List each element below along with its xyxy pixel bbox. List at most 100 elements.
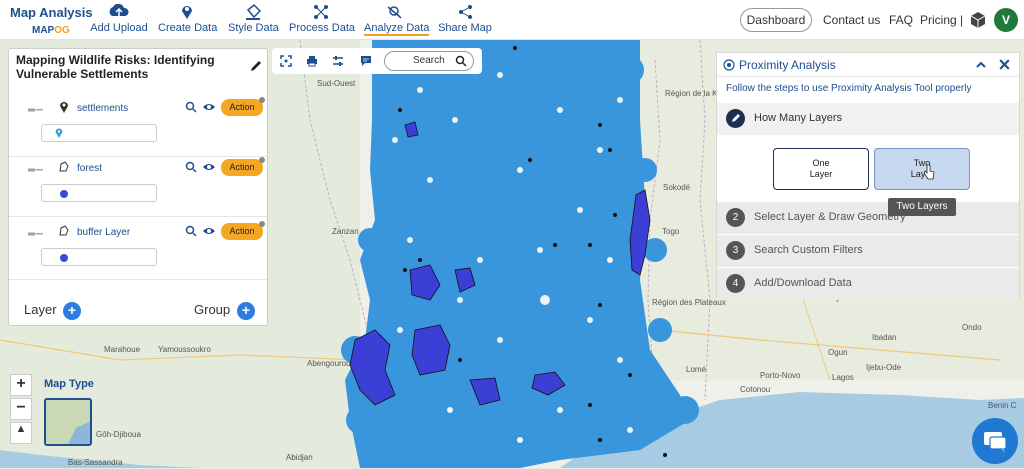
filter-sliders-icon[interactable] (332, 55, 344, 67)
nav-label: Create Data (158, 22, 218, 34)
visibility-eye-icon[interactable] (202, 225, 216, 237)
layer-action-button[interactable]: Action (221, 159, 263, 176)
svg-text:Sud-Ouest: Sud-Ouest (317, 79, 356, 88)
two-layer-option[interactable]: Two Layer (874, 148, 970, 190)
svg-text:Yamoussoukro: Yamoussoukro (158, 345, 211, 354)
map-type-label: Map Type (44, 378, 94, 390)
step-number: 3 (726, 241, 745, 260)
user-avatar[interactable]: V (994, 8, 1018, 32)
layer-style-swatch[interactable] (41, 184, 157, 202)
layer-action-button[interactable]: Action (221, 223, 263, 240)
step-label: Add/Download Data (754, 277, 852, 289)
visibility-eye-icon[interactable] (202, 161, 216, 173)
point-layer-icon (60, 102, 68, 113)
drag-handle-icon[interactable]: ═ ─ (28, 165, 43, 176)
layer-panel-footer: Layer + Group + (9, 279, 267, 325)
analyze-icon (387, 6, 402, 19)
nav-create-data[interactable]: Create Data (158, 4, 217, 34)
contact-us-link[interactable]: Contact us (823, 13, 880, 27)
search-input[interactable]: Search (384, 51, 474, 71)
app-logo[interactable]: Map Analysis MAPOG (10, 5, 93, 36)
svg-text:Zanzan: Zanzan (332, 227, 359, 236)
close-icon[interactable] (998, 58, 1011, 71)
edit-pencil-icon[interactable] (249, 59, 263, 73)
add-group-button[interactable]: + (237, 302, 255, 320)
panel-instructions: Follow the steps to use Proximity Analys… (726, 83, 972, 94)
step-add-download[interactable]: 4 Add/Download Data (717, 268, 1019, 300)
layer-panel: Mapping Wildlife Risks: Identifying Vuln… (8, 48, 268, 326)
svg-text:Lagos: Lagos (832, 373, 854, 382)
status-dot (259, 221, 265, 227)
cube-icon[interactable] (970, 11, 986, 29)
process-nodes-icon (314, 5, 328, 19)
drag-handle-icon[interactable]: ═ ─ (28, 229, 43, 240)
add-layer-button[interactable]: + (63, 302, 81, 320)
zoom-to-layer-icon[interactable] (185, 225, 197, 237)
nav-analyze-data[interactable]: Analyze Data (364, 4, 430, 36)
nav-style-data[interactable]: Style Data (228, 4, 279, 34)
layer-name[interactable]: buffer Layer (77, 227, 130, 238)
panel-title: Proximity Analysis (739, 58, 836, 72)
top-bar: Map Analysis MAPOG Add Upload Create Dat… (0, 0, 1024, 40)
app-title: Map Analysis (10, 5, 93, 20)
zoom-to-layer-icon[interactable] (185, 101, 197, 113)
nav-label: Style Data (228, 22, 279, 34)
option-text: One (812, 158, 830, 168)
step-number: 4 (726, 274, 745, 293)
layer-row-settlements[interactable]: ═ ─ settlements Action (9, 97, 267, 157)
drag-handle-icon[interactable]: ═ ─ (28, 105, 43, 116)
cloud-upload-icon (109, 4, 129, 16)
north-arrow-button[interactable]: ▲ (10, 422, 32, 444)
layer-style-swatch[interactable] (41, 248, 157, 266)
step-how-many-layers[interactable]: How Many Layers (717, 103, 1019, 135)
nav-add-upload[interactable]: Add Upload (90, 4, 148, 34)
svg-text:Gôh-Djiboua: Gôh-Djiboua (96, 430, 141, 439)
layer-name[interactable]: settlements (77, 103, 128, 114)
svg-text:Lomé: Lomé (686, 365, 707, 374)
svg-text:Marahoue: Marahoue (104, 345, 141, 354)
map-type-thumbnail[interactable] (44, 398, 92, 446)
app-subtitle: MAPOG (32, 25, 70, 36)
nav-label: Analyze Data (364, 22, 430, 34)
svg-text:Abidjan: Abidjan (286, 453, 313, 462)
nav-process-data[interactable]: Process Data (289, 4, 355, 34)
collapse-chevron-icon[interactable] (975, 59, 987, 71)
map-thumbnail-icon (46, 400, 90, 444)
layer-name[interactable]: forest (77, 163, 102, 174)
svg-text:Porto-Novo: Porto-Novo (760, 371, 801, 380)
pricing-link[interactable]: Pricing | (920, 13, 963, 27)
zoom-to-layer-icon[interactable] (185, 161, 197, 173)
fullscreen-icon[interactable] (280, 55, 292, 67)
dashboard-button[interactable]: Dashboard (740, 8, 812, 32)
chat-bubble-icon (984, 432, 1007, 453)
layer-action-button[interactable]: Action (221, 99, 263, 116)
option-text: Layer (809, 169, 833, 179)
one-layer-option[interactable]: One Layer (773, 148, 869, 190)
chat-support-button[interactable] (972, 418, 1018, 464)
print-icon[interactable] (306, 55, 318, 67)
svg-text:Ibadan: Ibadan (872, 333, 896, 342)
layer-row-forest[interactable]: ═ ─ forest Action (9, 157, 267, 217)
panel-header: Proximity Analysis (717, 53, 1019, 77)
pencil-icon (732, 114, 740, 122)
zoom-out-button[interactable]: − (10, 398, 32, 420)
add-group-label: Group (194, 302, 231, 317)
svg-text:Benin C: Benin C (988, 401, 1017, 410)
location-pin-icon (182, 6, 192, 19)
step-pencil-badge (726, 109, 745, 128)
comment-icon[interactable] (360, 55, 372, 67)
step-custom-filters[interactable]: 3 Search Custom Filters (717, 235, 1019, 267)
layer-row-buffer[interactable]: ═ ─ buffer Layer Action (9, 221, 267, 281)
faq-link[interactable]: FAQ (889, 13, 913, 27)
layer-style-swatch[interactable] (41, 124, 157, 142)
map-project-title: Mapping Wildlife Risks: Identifying Vuln… (16, 53, 215, 81)
tooltip: Two Layers (888, 198, 956, 216)
zoom-in-button[interactable]: + (10, 374, 32, 396)
search-icon[interactable] (455, 55, 467, 67)
step-select-layer[interactable]: 2 Select Layer & Draw Geometry (717, 202, 1019, 234)
svg-text:Ogun: Ogun (828, 348, 848, 357)
proximity-icon (723, 59, 735, 71)
visibility-eye-icon[interactable] (202, 101, 216, 113)
nav-share-map[interactable]: Share Map (438, 4, 492, 34)
step-number: 2 (726, 208, 745, 227)
